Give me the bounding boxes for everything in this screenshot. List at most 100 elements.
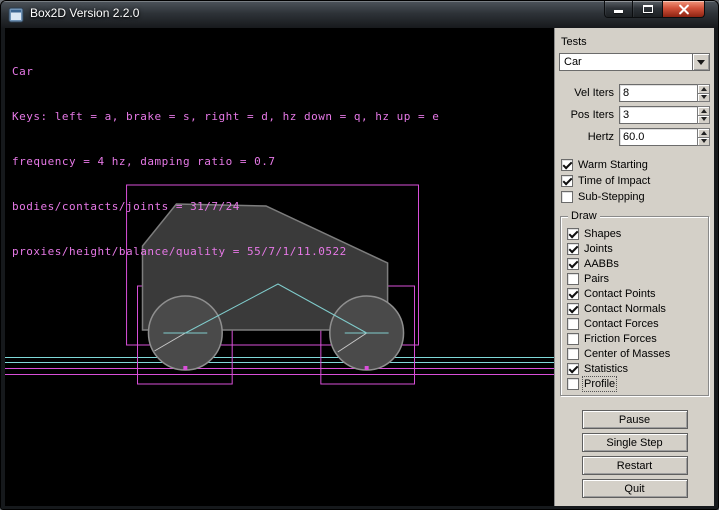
checkbox-warm-starting[interactable]: Warm Starting [559,157,710,173]
arrow-down-icon [701,117,707,121]
checkbox-box [567,333,579,345]
checkbox-label: AABBs [584,258,619,270]
hud-line-frequency: frequency = 4 hz, damping ratio = 0.7 [12,154,439,169]
vel-iters-label: Vel Iters [559,87,619,99]
draw-options: Shapes Joints AABBs Pairs [565,226,706,391]
checkbox-box [567,318,579,330]
hertz-input[interactable] [620,130,697,144]
checkbox-label: Contact Forces [584,318,659,330]
control-panel: Tests Car Vel Iters [554,28,714,506]
maximize-icon [643,5,653,13]
minimize-icon [614,10,623,13]
window-content: Car Keys: left = a, brake = s, right = d… [5,28,714,506]
hud-line-title: Car [12,64,439,79]
checkbox-label: Shapes [584,228,621,240]
checkbox-contact-points[interactable]: Contact Points [565,286,706,301]
checkbox-sub-stepping[interactable]: Sub-Stepping [559,189,710,205]
checkbox-joints[interactable]: Joints [565,241,706,256]
checkbox-center-of-masses[interactable]: Center of Masses [565,346,706,361]
hertz-spinner [697,128,710,146]
arrow-up-icon [701,87,707,91]
pos-iters-spin-up[interactable] [697,106,710,116]
checkbox-shapes[interactable]: Shapes [565,226,706,241]
checkbox-aabbs[interactable]: AABBs [565,256,706,271]
hud-line-counts: bodies/contacts/joints = 31/7/24 [12,199,439,214]
checkbox-box [561,159,573,171]
vel-iters-input[interactable] [620,86,697,100]
tests-label: Tests [559,36,710,49]
draw-group-label: Draw [568,210,600,222]
checkbox-label: Friction Forces [584,333,657,345]
checkbox-statistics[interactable]: Statistics [565,361,706,376]
pos-iters-row: Pos Iters [559,106,710,124]
restart-button[interactable]: Restart [582,456,688,475]
checkbox-box [567,303,579,315]
titlebar: Box2D Version 2.2.0 [1,1,718,28]
tests-dropdown[interactable]: Car [559,53,710,71]
checkbox-box [567,378,579,390]
checkbox-label: Pairs [584,273,609,285]
arrow-up-icon [701,131,707,135]
checkbox-box [567,363,579,375]
iteration-settings: Vel Iters Pos Iters [559,84,710,150]
arrow-up-icon [701,109,707,113]
checkbox-pairs[interactable]: Pairs [565,271,706,286]
checkbox-box [561,175,573,187]
contact-point [365,366,369,370]
checkbox-box [567,288,579,300]
draw-group: Draw Shapes Joints AABBs [560,216,709,396]
checkbox-label: Sub-Stepping [578,191,645,203]
checkbox-label: Joints [584,243,613,255]
pos-iters-field [619,106,697,124]
hertz-row: Hertz [559,128,710,146]
hud-text: Car Keys: left = a, brake = s, right = d… [12,34,439,289]
checkbox-label: Time of Impact [578,175,650,187]
hertz-field [619,128,697,146]
arrow-down-icon [701,139,707,143]
tests-dropdown-value: Car [560,54,692,70]
checkbox-label: Contact Points [584,288,656,300]
hertz-spin-down[interactable] [697,138,710,147]
app-icon[interactable] [8,7,24,23]
checkbox-box [567,243,579,255]
checkbox-label: Contact Normals [584,303,666,315]
pos-iters-spinner [697,106,710,124]
app-window: Box2D Version 2.2.0 Car Keys: left = a, … [0,0,719,510]
checkbox-friction-forces[interactable]: Friction Forces [565,331,706,346]
close-icon [678,4,690,15]
chevron-down-icon [697,60,705,65]
vel-iters-spin-up[interactable] [697,84,710,94]
hertz-label: Hertz [559,131,619,143]
window-controls [604,1,705,18]
checkbox-box [561,191,573,203]
checkbox-label: Center of Masses [584,348,670,360]
pos-iters-input[interactable] [620,108,697,122]
tests-dropdown-arrow-button[interactable] [692,54,709,70]
vel-iters-row: Vel Iters [559,84,710,102]
close-button[interactable] [662,1,705,18]
checkbox-profile[interactable]: Profile [565,376,706,391]
hertz-spin-up[interactable] [697,128,710,138]
checkbox-contact-normals[interactable]: Contact Normals [565,301,706,316]
vel-iters-spin-down[interactable] [697,94,710,103]
maximize-button[interactable] [633,1,662,18]
hud-line-proxies: proxies/height/balance/quality = 55/7/1/… [12,244,439,259]
checkbox-label: Profile [584,378,615,390]
checkbox-box [567,258,579,270]
pos-iters-spin-down[interactable] [697,116,710,125]
quit-button[interactable]: Quit [582,479,688,498]
window-title: Box2D Version 2.2.0 [30,6,139,20]
checkbox-box [567,228,579,240]
vel-iters-field [619,84,697,102]
contact-point [183,366,187,370]
checkbox-time-of-impact[interactable]: Time of Impact [559,173,710,189]
single-step-button[interactable]: Single Step [582,433,688,452]
minimize-button[interactable] [604,1,633,18]
checkbox-label: Statistics [584,363,628,375]
checkbox-box [567,273,579,285]
pause-button[interactable]: Pause [582,410,688,429]
checkbox-contact-forces[interactable]: Contact Forces [565,316,706,331]
physics-canvas[interactable]: Car Keys: left = a, brake = s, right = d… [5,28,554,506]
hud-line-keys: Keys: left = a, brake = s, right = d, hz… [12,109,439,124]
arrow-down-icon [701,95,707,99]
